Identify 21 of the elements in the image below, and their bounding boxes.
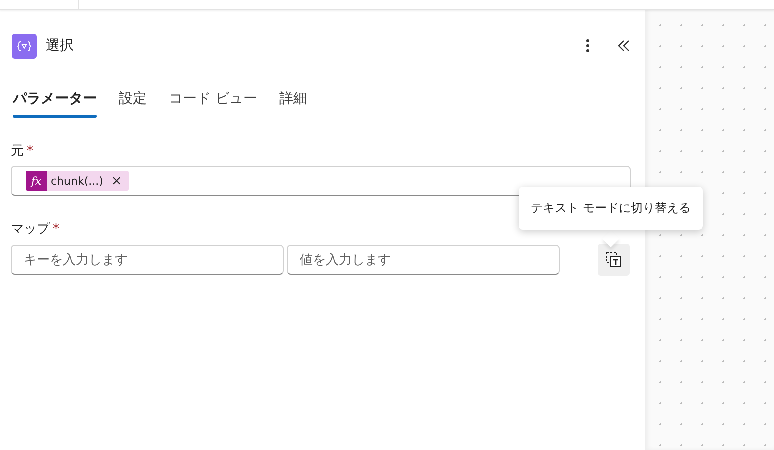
text-mode-button[interactable]	[598, 244, 630, 276]
tooltip: テキスト モードに切り替える	[519, 187, 703, 230]
function-icon: fx	[26, 171, 47, 191]
more-icon[interactable]	[586, 39, 590, 53]
tab[interactable]: 詳細	[268, 82, 318, 118]
text-mode-icon	[606, 252, 622, 268]
tab[interactable]: 設定	[108, 82, 158, 118]
key-field[interactable]: キーを入力します	[11, 245, 284, 275]
field-label: 元	[11, 144, 24, 159]
panel-title: 選択	[46, 37, 75, 55]
value-field[interactable]: 値を入力します	[287, 245, 560, 275]
required-mark: *	[27, 144, 34, 159]
field-label: マップ	[11, 222, 50, 237]
tab[interactable]: パラメーター	[11, 82, 108, 118]
required-mark: *	[53, 222, 60, 237]
input-field[interactable]: fx chunk(...) ×	[11, 166, 631, 196]
expression-token[interactable]: fx chunk(...) ×	[26, 171, 130, 191]
remove-icon[interactable]: ×	[111, 174, 122, 188]
collapse-icon[interactable]	[618, 40, 630, 52]
action-icon	[12, 34, 37, 58]
tab[interactable]: コード ビュー	[158, 82, 268, 118]
